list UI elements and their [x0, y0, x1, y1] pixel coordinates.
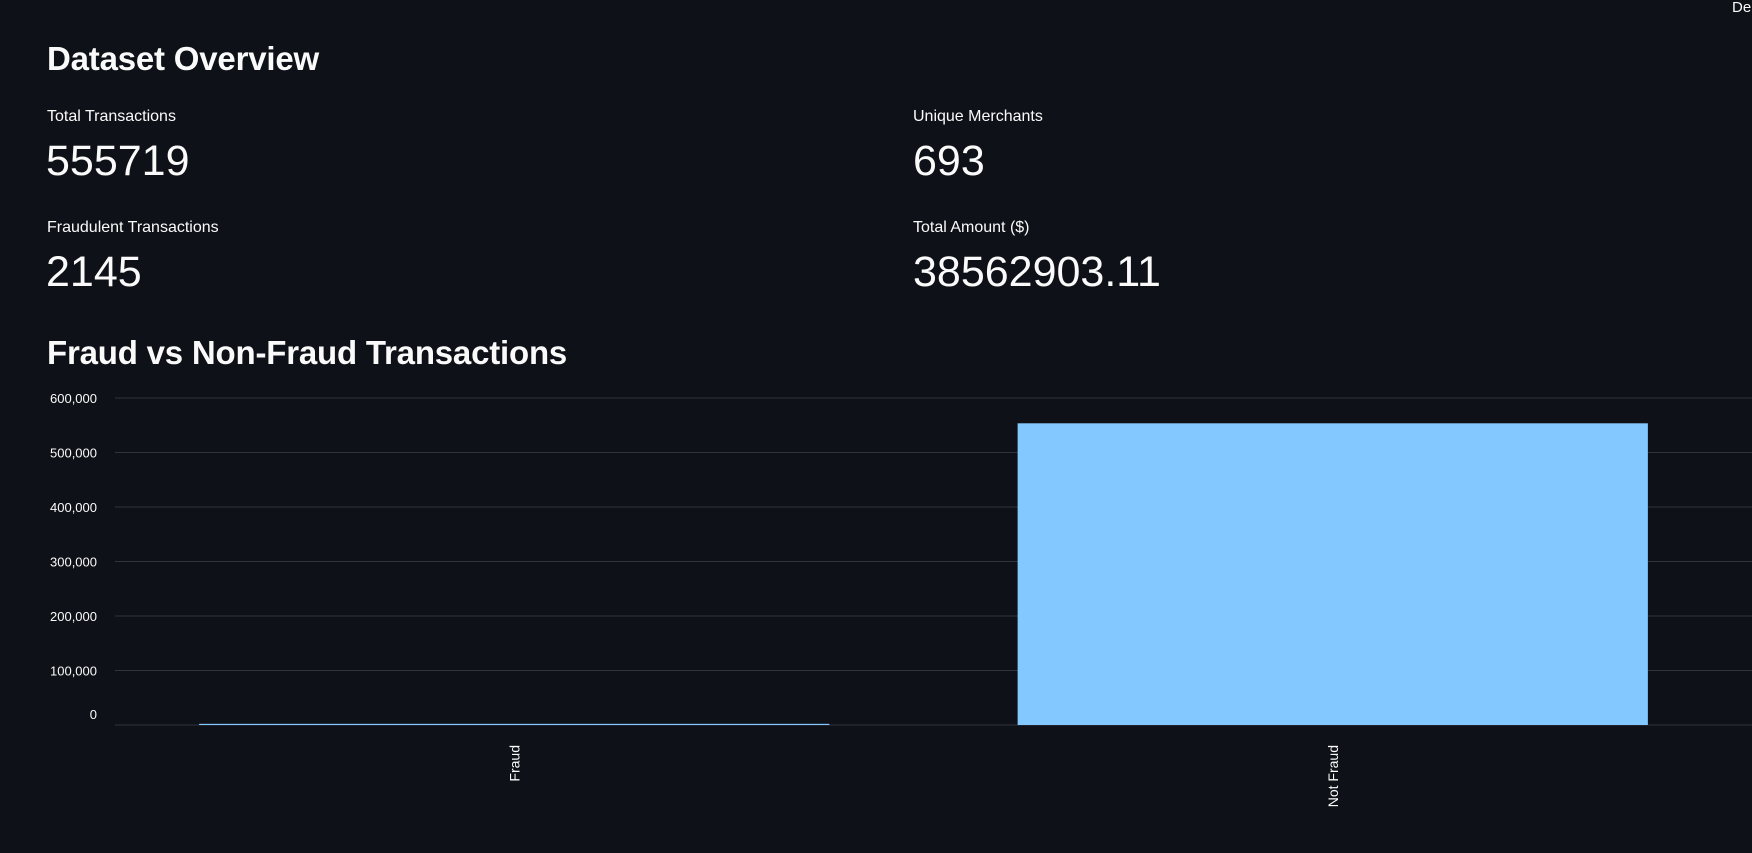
metric-label: Unique Merchants [913, 108, 1043, 125]
x-axis: Fraud Not Fraud [506, 745, 1341, 807]
metric-value: 2145 [46, 248, 142, 296]
y-tick-label: 0 [90, 707, 97, 722]
metric-label: Fraudulent Transactions [47, 219, 219, 236]
corner-text: De [1732, 0, 1752, 16]
y-axis: 0 100,000 200,000 300,000 400,000 500,000 600,… [50, 391, 97, 722]
app-root: De Dataset Overview Total Transactions 5… [0, 0, 1752, 853]
metric-value: 693 [913, 137, 985, 185]
x-tick-label: Fraud [506, 745, 522, 782]
bar-not-fraud[interactable] [1017, 423, 1648, 725]
chart-section-title: Fraud vs Non-Fraud Transactions [47, 334, 568, 371]
metric-value: 38562903.11 [913, 248, 1161, 296]
bar-fraud[interactable] [199, 723, 830, 725]
y-tick-label: 600,000 [50, 391, 97, 406]
metric-value: 555719 [46, 137, 190, 185]
chart-gridlines [115, 397, 1752, 726]
y-tick-label: 500,000 [50, 446, 97, 461]
metric-label: Total Amount ($) [913, 219, 1030, 236]
x-tick-label: Not Fraud [1325, 745, 1341, 807]
dataset-overview-title: Dataset Overview [47, 40, 319, 77]
bars [199, 423, 1648, 725]
metric-label: Total Transactions [47, 108, 176, 125]
bar-chart[interactable]: 0 100,000 200,000 300,000 400,000 500,000 600,… [0, 0, 1752, 853]
y-tick-label: 200,000 [50, 609, 97, 624]
y-tick-label: 300,000 [50, 555, 97, 570]
y-tick-label: 400,000 [50, 500, 97, 515]
y-tick-label: 100,000 [50, 664, 97, 679]
